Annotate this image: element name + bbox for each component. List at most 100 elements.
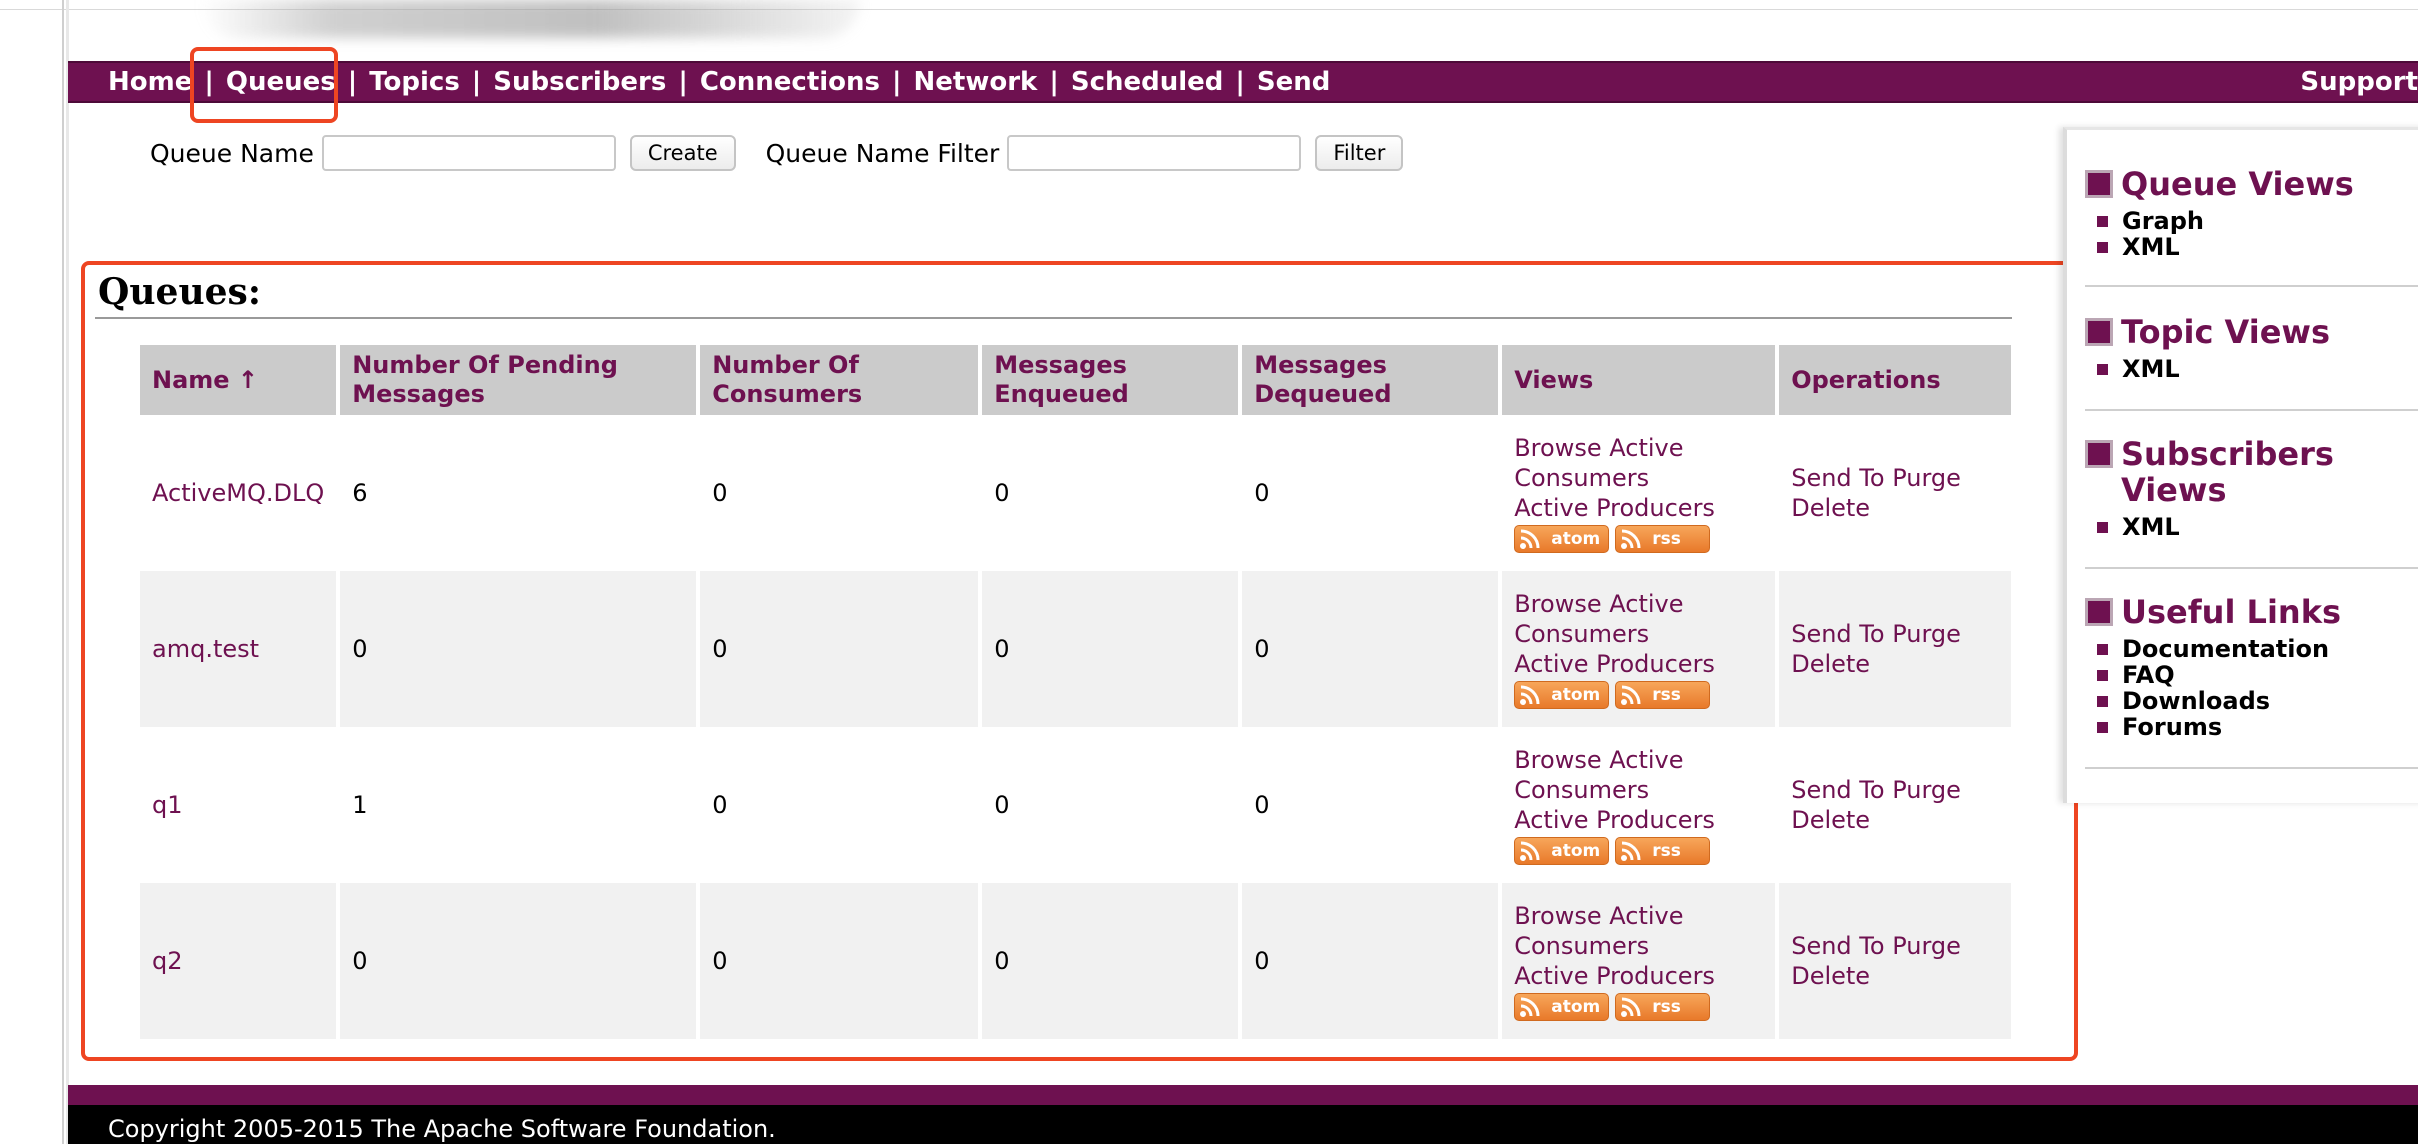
section-bullet-icon bbox=[2085, 440, 2113, 468]
sidebar-item-faq[interactable]: FAQ bbox=[2097, 662, 2418, 688]
copyright-text: Copyright 2005-2015 The Apache Software … bbox=[108, 1115, 776, 1143]
queue-link[interactable]: amq.test bbox=[152, 635, 259, 663]
views-cell: Browse Active Consumers Active Producers… bbox=[1502, 415, 1775, 571]
right-sidebar: Queue Views Graph XML Topic Views XML Su… bbox=[2063, 127, 2418, 803]
queue-name-input[interactable] bbox=[321, 135, 616, 171]
consumers-cell: 0 bbox=[700, 571, 979, 727]
sidebar-item-documentation[interactable]: Documentation bbox=[2097, 636, 2418, 662]
delete-link[interactable]: Delete bbox=[1791, 650, 1870, 678]
atom-feed-button[interactable]: atom bbox=[1514, 837, 1610, 865]
queue-name-cell: amq.test bbox=[140, 571, 337, 727]
sidebar-item-downloads[interactable]: Downloads bbox=[2097, 688, 2418, 714]
views-cell: Browse Active Consumers Active Producers… bbox=[1502, 727, 1775, 883]
table-row: amq.test 0 0 0 0 Browse Active Consumers… bbox=[140, 571, 2012, 727]
frame-border-inner bbox=[66, 0, 69, 1144]
consumers-cell: 0 bbox=[700, 883, 979, 1039]
sidebar-item-queue-xml[interactable]: XML bbox=[2097, 234, 2418, 260]
active-producers-link[interactable]: Active Producers bbox=[1514, 650, 1715, 678]
active-producers-link[interactable]: Active Producers bbox=[1514, 494, 1715, 522]
atom-feed-button[interactable]: atom bbox=[1514, 993, 1610, 1021]
bullet-icon bbox=[2097, 363, 2108, 375]
bullet-icon bbox=[2097, 721, 2108, 733]
feed-icon bbox=[1520, 841, 1540, 861]
feed-icon bbox=[1520, 685, 1540, 705]
purge-link[interactable]: Purge bbox=[1892, 776, 1961, 804]
sidebar-divider bbox=[2085, 409, 2418, 411]
title-divider bbox=[95, 317, 2012, 319]
sidebar-heading-text: Topic Views bbox=[2121, 313, 2331, 351]
send-to-link[interactable]: Send To bbox=[1791, 776, 1884, 804]
pending-cell: 6 bbox=[352, 479, 368, 507]
browse-link[interactable]: Browse bbox=[1514, 902, 1601, 930]
pending-cell: 0 bbox=[340, 883, 697, 1039]
nav-separator: | bbox=[678, 67, 688, 97]
col-name[interactable]: Name ↑ bbox=[140, 345, 337, 415]
nav-separator: | bbox=[892, 67, 902, 97]
delete-link[interactable]: Delete bbox=[1791, 806, 1870, 834]
rss-feed-button[interactable]: rss bbox=[1615, 525, 1711, 553]
operations-cell: Send To Purge Delete bbox=[1779, 883, 2012, 1039]
enqueued-cell: 0 bbox=[994, 479, 1010, 507]
sidebar-item-label: Documentation bbox=[2122, 635, 2330, 663]
nav-scheduled[interactable]: Scheduled bbox=[1071, 67, 1224, 97]
nav-support[interactable]: Support bbox=[2300, 63, 2418, 101]
col-consumers[interactable]: Number Of Consumers bbox=[700, 345, 979, 415]
col-dequeued[interactable]: Messages Dequeued bbox=[1242, 345, 1499, 415]
atom-feed-button[interactable]: atom bbox=[1514, 525, 1610, 553]
nav-topics[interactable]: Topics bbox=[369, 67, 460, 97]
rss-feed-button[interactable]: rss bbox=[1615, 993, 1711, 1021]
col-enqueued[interactable]: Messages Enqueued bbox=[982, 345, 1239, 415]
sidebar-item-label: XML bbox=[2122, 513, 2180, 541]
atom-feed-button[interactable]: atom bbox=[1514, 681, 1610, 709]
col-pending[interactable]: Number Of Pending Messages bbox=[340, 345, 697, 415]
browse-link[interactable]: Browse bbox=[1514, 434, 1601, 462]
sidebar-item-label: FAQ bbox=[2122, 661, 2175, 689]
delete-link[interactable]: Delete bbox=[1791, 494, 1870, 522]
rss-feed-button[interactable]: rss bbox=[1615, 681, 1711, 709]
feed-icon bbox=[1621, 685, 1641, 705]
rss-feed-button[interactable]: rss bbox=[1615, 837, 1711, 865]
nav-connections[interactable]: Connections bbox=[700, 67, 880, 97]
nav-subscribers[interactable]: Subscribers bbox=[493, 67, 666, 97]
send-to-link[interactable]: Send To bbox=[1791, 620, 1884, 648]
atom-label: atom bbox=[1551, 529, 1601, 549]
nav-network[interactable]: Network bbox=[914, 67, 1038, 97]
queue-link[interactable]: q2 bbox=[152, 947, 183, 975]
sidebar-section-useful-links: Useful Links Documentation FAQ Downloads… bbox=[2085, 594, 2418, 740]
sidebar-section-subscribers-views: Subscribers Views XML bbox=[2085, 436, 2375, 540]
views-cell: Browse Active Consumers Active Producers… bbox=[1502, 571, 1776, 727]
nav-send[interactable]: Send bbox=[1257, 67, 1330, 97]
pending-cell: 1 bbox=[352, 791, 368, 819]
sidebar-heading-text: Queue Views bbox=[2121, 165, 2354, 203]
sidebar-item-topic-xml[interactable]: XML bbox=[2097, 356, 2418, 382]
sidebar-item-subscribers-xml[interactable]: XML bbox=[2097, 514, 2375, 540]
queue-link[interactable]: ActiveMQ.DLQ bbox=[152, 479, 324, 507]
queue-filter-input[interactable] bbox=[1007, 135, 1302, 171]
queue-name-cell: q2 bbox=[140, 883, 337, 1039]
operations-cell: Send To Purge Delete bbox=[1779, 415, 2011, 571]
main-nav: Home | Queues | Topics | Subscribers | C… bbox=[68, 61, 2418, 103]
send-to-link[interactable]: Send To bbox=[1791, 932, 1884, 960]
queue-link[interactable]: q1 bbox=[152, 791, 183, 819]
active-producers-link[interactable]: Active Producers bbox=[1514, 806, 1715, 834]
browse-link[interactable]: Browse bbox=[1514, 590, 1601, 618]
create-button[interactable]: Create bbox=[629, 135, 736, 171]
bullet-icon bbox=[2097, 695, 2108, 707]
sidebar-section-topic-views: Topic Views XML bbox=[2085, 314, 2418, 382]
enqueued-cell: 0 bbox=[982, 883, 1239, 1039]
active-producers-link[interactable]: Active Producers bbox=[1514, 962, 1715, 990]
nav-home[interactable]: Home bbox=[108, 67, 192, 97]
bullet-icon bbox=[2097, 215, 2108, 227]
sidebar-item-forums[interactable]: Forums bbox=[2097, 714, 2418, 740]
rss-label: rss bbox=[1652, 529, 1681, 549]
purge-link[interactable]: Purge bbox=[1892, 932, 1961, 960]
browse-link[interactable]: Browse bbox=[1514, 746, 1601, 774]
filter-button[interactable]: Filter bbox=[1315, 135, 1404, 171]
page-title: Queues: bbox=[98, 271, 262, 313]
delete-link[interactable]: Delete bbox=[1791, 962, 1870, 990]
sidebar-item-graph[interactable]: Graph bbox=[2097, 208, 2418, 234]
feed-icon bbox=[1621, 529, 1641, 549]
send-to-link[interactable]: Send To bbox=[1791, 464, 1884, 492]
purge-link[interactable]: Purge bbox=[1892, 620, 1961, 648]
purge-link[interactable]: Purge bbox=[1892, 464, 1961, 492]
